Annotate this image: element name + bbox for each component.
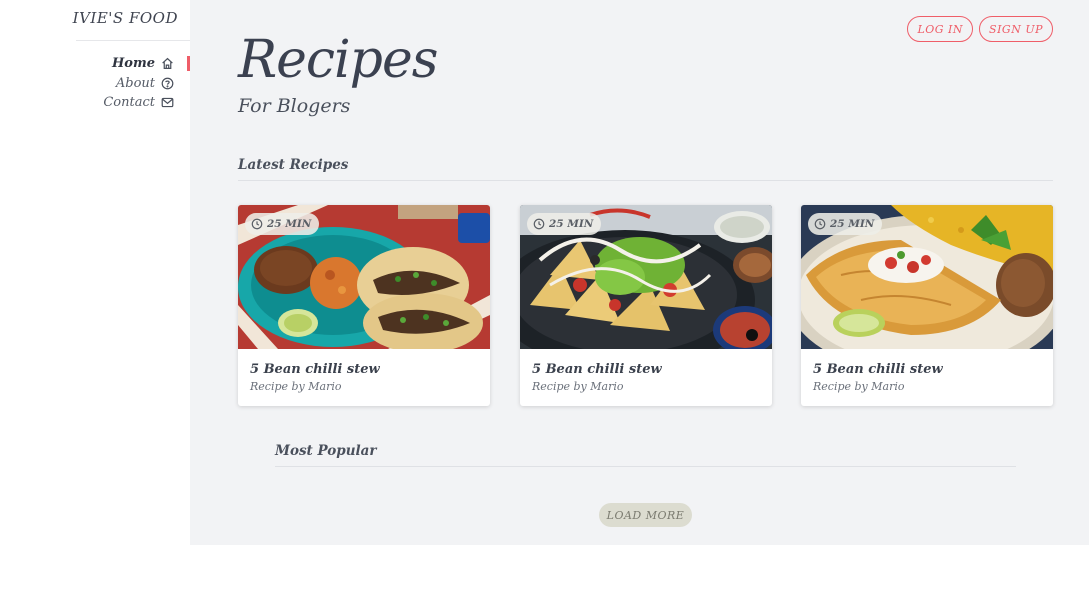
sidebar-item-label: Contact bbox=[103, 95, 155, 111]
recipe-card[interactable]: 25 MIN 5 Bean chilli stew Recipe by Mari… bbox=[520, 205, 772, 406]
recipe-title: 5 Bean chilli stew bbox=[532, 362, 662, 377]
clock-icon bbox=[533, 218, 545, 230]
question-circle-icon bbox=[161, 77, 174, 90]
cook-time: 25 MIN bbox=[267, 218, 312, 230]
time-badge: 25 MIN bbox=[808, 213, 883, 235]
latest-recipes-heading: Latest Recipes bbox=[238, 157, 349, 173]
main-content: LOG IN SIGN UP Recipes For Blogers Lates… bbox=[190, 0, 1089, 545]
time-badge: 25 MIN bbox=[527, 213, 602, 235]
brand-name[interactable]: IVIE'S FOOD bbox=[73, 9, 178, 27]
sidebar: IVIE'S FOOD Home About Contact bbox=[0, 0, 190, 545]
divider bbox=[275, 466, 1016, 467]
sidebar-item-home[interactable]: Home bbox=[0, 54, 190, 74]
recipe-card[interactable]: 25 MIN 5 Bean chilli stew Recipe by Mari… bbox=[801, 205, 1053, 406]
auth-buttons: LOG IN SIGN UP bbox=[907, 16, 1053, 42]
recipe-image: 25 MIN bbox=[238, 205, 490, 349]
sidebar-item-label: About bbox=[115, 75, 155, 91]
page-subtitle: For Blogers bbox=[238, 95, 351, 117]
recipe-author: Recipe by Mario bbox=[532, 380, 624, 393]
recipe-author: Recipe by Mario bbox=[250, 380, 342, 393]
clock-icon bbox=[251, 218, 263, 230]
sidebar-item-contact[interactable]: Contact bbox=[0, 93, 190, 113]
signup-button[interactable]: SIGN UP bbox=[979, 16, 1053, 42]
recipe-title: 5 Bean chilli stew bbox=[813, 362, 943, 377]
recipe-author: Recipe by Mario bbox=[813, 380, 905, 393]
sidebar-item-about[interactable]: About bbox=[0, 74, 190, 94]
page-title: Recipes bbox=[238, 30, 438, 90]
sidebar-nav: Home About Contact bbox=[0, 54, 190, 113]
recipe-card[interactable]: 25 MIN 5 Bean chilli stew Recipe by Mari… bbox=[238, 205, 490, 406]
cook-time: 25 MIN bbox=[830, 218, 875, 230]
home-icon bbox=[162, 58, 173, 70]
login-button[interactable]: LOG IN bbox=[907, 16, 974, 42]
recipe-title: 5 Bean chilli stew bbox=[250, 362, 380, 377]
cook-time: 25 MIN bbox=[549, 218, 594, 230]
clock-icon bbox=[814, 218, 826, 230]
divider bbox=[238, 180, 1053, 181]
sidebar-item-label: Home bbox=[112, 56, 155, 72]
time-badge: 25 MIN bbox=[245, 213, 320, 235]
most-popular-heading: Most Popular bbox=[275, 443, 377, 459]
recipe-cards: 25 MIN 5 Bean chilli stew Recipe by Mari… bbox=[238, 205, 1053, 407]
load-more-button[interactable]: LOAD MORE bbox=[599, 503, 692, 527]
brand[interactable]: IVIE'S FOOD bbox=[73, 0, 190, 41]
recipe-image: 25 MIN bbox=[801, 205, 1053, 349]
mail-icon bbox=[161, 98, 174, 108]
recipe-image: 25 MIN bbox=[520, 205, 772, 349]
